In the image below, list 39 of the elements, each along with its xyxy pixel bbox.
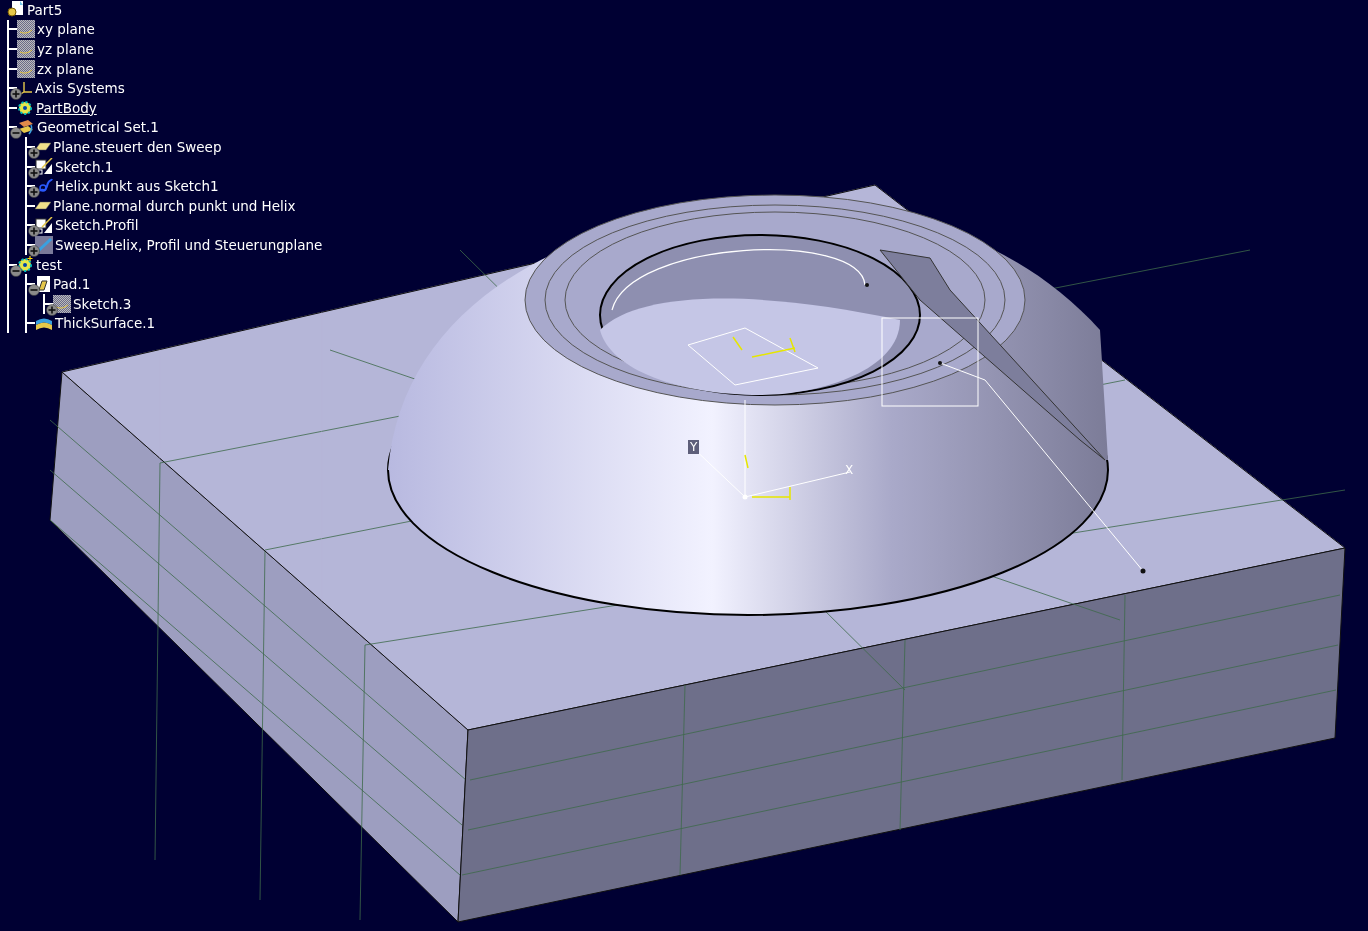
expand-icon[interactable] (28, 186, 40, 199)
collapse-icon[interactable] (10, 127, 22, 140)
pad-icon (35, 275, 51, 293)
axis-label: X (844, 463, 855, 477)
plane-icon (17, 20, 35, 39)
expand-icon[interactable] (28, 166, 40, 179)
tree-item[interactable]: Sketch.1 (55, 158, 114, 175)
tree-item[interactable]: Axis Systems (35, 80, 125, 97)
tree-item[interactable]: zx plane (37, 60, 94, 77)
plane-icon (35, 200, 51, 211)
tree-item[interactable]: test (36, 256, 62, 273)
tree-item[interactable]: Part5 (27, 1, 63, 18)
tree-item[interactable]: xy plane (37, 21, 95, 38)
tree-item[interactable]: Sketch.Profil (55, 217, 139, 234)
expand-icon[interactable] (28, 244, 40, 257)
tree-item[interactable]: Pad.1 (53, 276, 91, 293)
tree-item[interactable]: Plane.steuert den Sweep (53, 138, 222, 155)
plane-icon (35, 141, 51, 152)
collapse-icon[interactable] (10, 264, 22, 277)
expand-icon[interactable] (46, 303, 58, 316)
axis-label: Y (688, 440, 700, 454)
tree-item[interactable]: Helix.punkt aus Sketch1 (55, 178, 219, 195)
plane-icon (17, 59, 35, 78)
geometry-set-icon (17, 118, 35, 136)
gear-icon (17, 99, 34, 117)
collapse-icon[interactable] (28, 284, 40, 297)
tree-item[interactable]: Geometrical Set.1 (37, 119, 159, 136)
gear-icon (17, 256, 34, 273)
tree-item[interactable]: PartBody (36, 99, 97, 116)
tree-item[interactable]: Sweep.Helix, Profil und Steuerungplane (55, 236, 323, 253)
tree-item[interactable]: Sketch.3 (73, 295, 132, 312)
plane-icon (17, 40, 35, 58)
tree-item[interactable]: yz plane (37, 41, 94, 57)
expand-icon[interactable] (28, 146, 40, 159)
expand-icon[interactable] (28, 225, 40, 238)
document-gear-icon (7, 1, 25, 19)
tree-item[interactable]: ThickSurface.1 (55, 315, 156, 332)
expand-icon[interactable] (10, 88, 22, 101)
tree-item[interactable]: Plane.normal durch punkt und Helix (53, 197, 296, 214)
